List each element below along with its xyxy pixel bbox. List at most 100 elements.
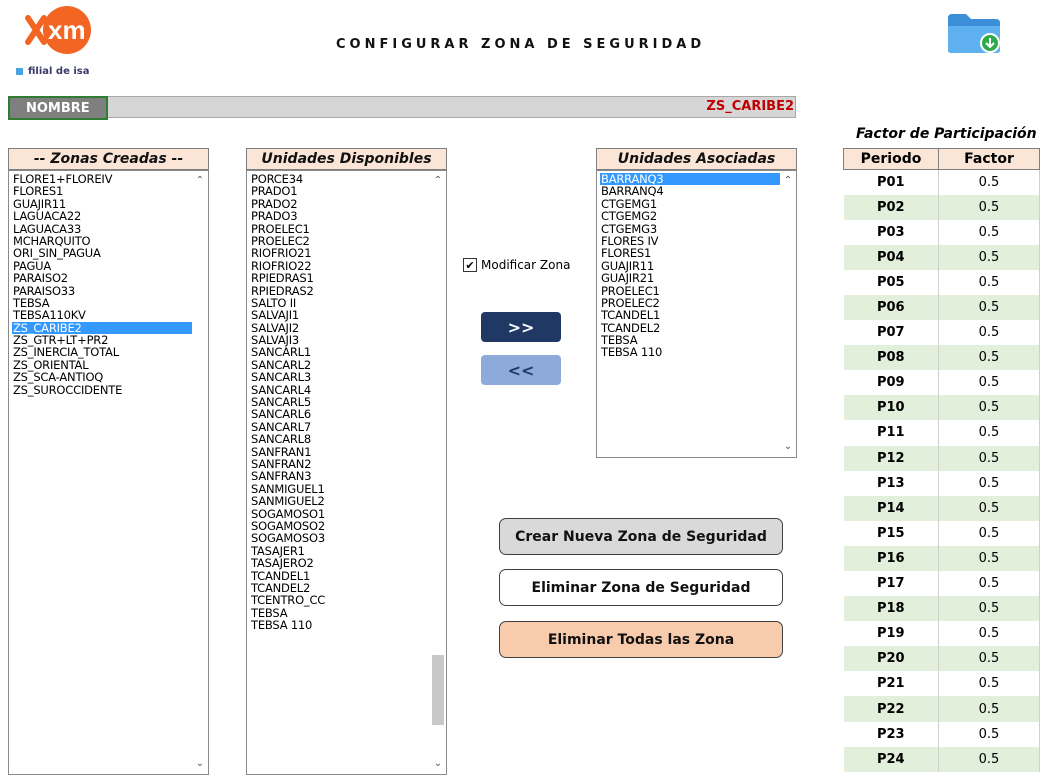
- factor-cell[interactable]: 0.5: [938, 671, 1040, 697]
- factor-cell[interactable]: 0.5: [938, 269, 1040, 295]
- list-item[interactable]: ZS_SCA-ANTIOQ: [12, 371, 192, 384]
- list-item[interactable]: TCENTRO_CC: [250, 594, 430, 607]
- list-item[interactable]: ORI_SIN_PAGUA: [12, 247, 192, 260]
- factor-cell[interactable]: 0.5: [938, 545, 1040, 571]
- factor-cell[interactable]: 0.5: [938, 294, 1040, 321]
- scroll-down-icon[interactable]: ⌄: [192, 756, 208, 772]
- list-item[interactable]: CTGEMG2: [600, 210, 780, 223]
- scroll-down-icon[interactable]: ⌄: [780, 439, 796, 455]
- list-item[interactable]: TASAJERO2: [250, 557, 430, 570]
- disponibles-scrollbar[interactable]: ⌃ ⌄: [430, 171, 446, 774]
- factor-cell[interactable]: 0.5: [938, 320, 1040, 346]
- unidades-disponibles-items: PORCE34 PRADO1 PRADO2 PRADO3 PROELEC1 PROELEC…: [247, 171, 430, 632]
- modificar-zona-label: Modificar Zona: [481, 258, 571, 272]
- list-item[interactable]: ZS_SUROCCIDENTE: [12, 383, 192, 396]
- modificar-zona-checkbox[interactable]: ✔ Modificar Zona: [463, 258, 570, 272]
- remove-unit-button[interactable]: <<: [481, 355, 561, 385]
- zonas-creadas-header: -- Zonas Creadas --: [8, 148, 209, 170]
- list-item[interactable]: SALVAJI1: [250, 309, 430, 322]
- list-item[interactable]: SANFRAN3: [250, 470, 430, 483]
- col-periodo: Periodo: [843, 148, 939, 170]
- factor-cell[interactable]: 0.5: [938, 721, 1040, 747]
- scroll-thumb[interactable]: [432, 655, 444, 725]
- name-label: NOMBRE: [8, 96, 108, 120]
- folder-download-icon[interactable]: [946, 10, 1004, 56]
- zonas-scrollbar[interactable]: ⌃ ⌄: [192, 171, 208, 774]
- factor-row: P12 0.5: [843, 445, 1040, 471]
- list-item[interactable]: FLORES1: [600, 247, 780, 260]
- list-item[interactable]: TEBSA 110: [600, 346, 780, 359]
- eliminar-zona-button[interactable]: Eliminar Zona de Seguridad: [499, 569, 783, 606]
- factor-cell[interactable]: 0.5: [938, 621, 1040, 647]
- name-bar: [8, 96, 796, 118]
- list-item[interactable]: TEBSA 110: [250, 619, 430, 632]
- scroll-down-icon[interactable]: ⌄: [430, 756, 446, 772]
- zone-name-value[interactable]: ZS_CARIBE2: [706, 99, 794, 114]
- scroll-up-icon[interactable]: ⌃: [430, 173, 446, 189]
- list-item[interactable]: SANCARL1: [250, 346, 430, 359]
- factor-cell[interactable]: 0.5: [938, 420, 1040, 446]
- factor-cell[interactable]: 0.5: [938, 395, 1040, 421]
- factor-cell[interactable]: 0.5: [938, 445, 1040, 471]
- list-item[interactable]: LAGUACA22: [12, 210, 192, 223]
- factor-cell[interactable]: 0.5: [938, 746, 1040, 772]
- logo-subtitle: filial de isa: [16, 66, 89, 77]
- factor-cell[interactable]: 0.5: [938, 345, 1040, 371]
- periodo-cell: P04: [843, 244, 939, 270]
- unidades-disponibles-listbox[interactable]: PORCE34 PRADO1 PRADO2 PRADO3 PROELEC1 PROELEC…: [246, 170, 447, 775]
- factor-participacion-title: Factor de Participación: [856, 126, 1037, 142]
- unidades-asociadas-listbox[interactable]: BARRANQ3 BARRANQ4 CTGEMG1 CTGEMG2 CTGEMG3 FLO…: [596, 170, 797, 458]
- factor-row: P11 0.5: [843, 420, 1040, 446]
- factor-cell[interactable]: 0.5: [938, 194, 1040, 220]
- list-item[interactable]: FLORES1: [12, 185, 192, 198]
- periodo-cell: P23: [843, 721, 939, 747]
- factor-cell[interactable]: 0.5: [938, 571, 1040, 597]
- factor-row: P15 0.5: [843, 520, 1040, 546]
- list-item[interactable]: PARAISO2: [12, 272, 192, 285]
- factor-cell[interactable]: 0.5: [938, 646, 1040, 672]
- factor-cell[interactable]: 0.5: [938, 520, 1040, 546]
- factor-cell[interactable]: 0.5: [938, 696, 1040, 722]
- factor-cell[interactable]: 0.5: [938, 219, 1040, 245]
- list-item[interactable]: SANMIGUEL2: [250, 495, 430, 508]
- periodo-cell: P10: [843, 395, 939, 421]
- factor-cell[interactable]: 0.5: [938, 169, 1040, 195]
- factor-cell[interactable]: 0.5: [938, 470, 1040, 496]
- list-item[interactable]: RPIEDRAS1: [250, 272, 430, 285]
- zonas-creadas-listbox[interactable]: FLORE1+FLOREIV FLORES1 GUAJIR11 LAGUACA22 LA…: [8, 170, 209, 775]
- list-item[interactable]: SANCARL8: [250, 433, 430, 446]
- list-item[interactable]: PRADO3: [250, 210, 430, 223]
- factor-cell[interactable]: 0.5: [938, 370, 1040, 396]
- list-item[interactable]: SOGAMOSO3: [250, 532, 430, 545]
- factor-row: P18 0.5: [843, 596, 1040, 622]
- asociadas-scrollbar[interactable]: ⌃ ⌄: [780, 171, 796, 457]
- factor-row: P07 0.5: [843, 320, 1040, 346]
- list-item[interactable]: SANCARL3: [250, 371, 430, 384]
- factor-row: P03 0.5: [843, 219, 1040, 245]
- periodo-cell: P02: [843, 194, 939, 220]
- factor-row: P02 0.5: [843, 194, 1040, 220]
- list-item[interactable]: BARRANQ4: [600, 185, 780, 198]
- list-item[interactable]: SANCARL6: [250, 408, 430, 421]
- add-unit-button[interactable]: >>: [481, 312, 561, 342]
- crear-zona-button[interactable]: Crear Nueva Zona de Seguridad: [499, 518, 783, 555]
- list-item[interactable]: GUAJIR21: [600, 272, 780, 285]
- list-item[interactable]: RIOFRIO21: [250, 247, 430, 260]
- list-item[interactable]: PRADO1: [250, 185, 430, 198]
- factor-cell[interactable]: 0.5: [938, 495, 1040, 521]
- scroll-up-icon[interactable]: ⌃: [780, 173, 796, 189]
- list-item[interactable]: ZS_INERCIA_TOTAL: [12, 346, 192, 359]
- unidades-disponibles-header: Unidades Disponibles: [246, 148, 447, 170]
- list-item[interactable]: TEBSA110KV: [12, 309, 192, 322]
- periodo-cell: P07: [843, 320, 939, 346]
- factor-cell[interactable]: 0.5: [938, 596, 1040, 622]
- scroll-up-icon[interactable]: ⌃: [192, 173, 208, 189]
- factor-row: P20 0.5: [843, 646, 1040, 672]
- list-item[interactable]: TCANDEL1: [600, 309, 780, 322]
- periodo-cell: P01: [843, 169, 939, 195]
- eliminar-todas-button[interactable]: Eliminar Todas las Zona: [499, 621, 783, 658]
- periodo-cell: P21: [843, 671, 939, 697]
- factor-cell[interactable]: 0.5: [938, 244, 1040, 270]
- checkbox-box[interactable]: ✔: [463, 258, 477, 272]
- periodo-cell: P24: [843, 746, 939, 772]
